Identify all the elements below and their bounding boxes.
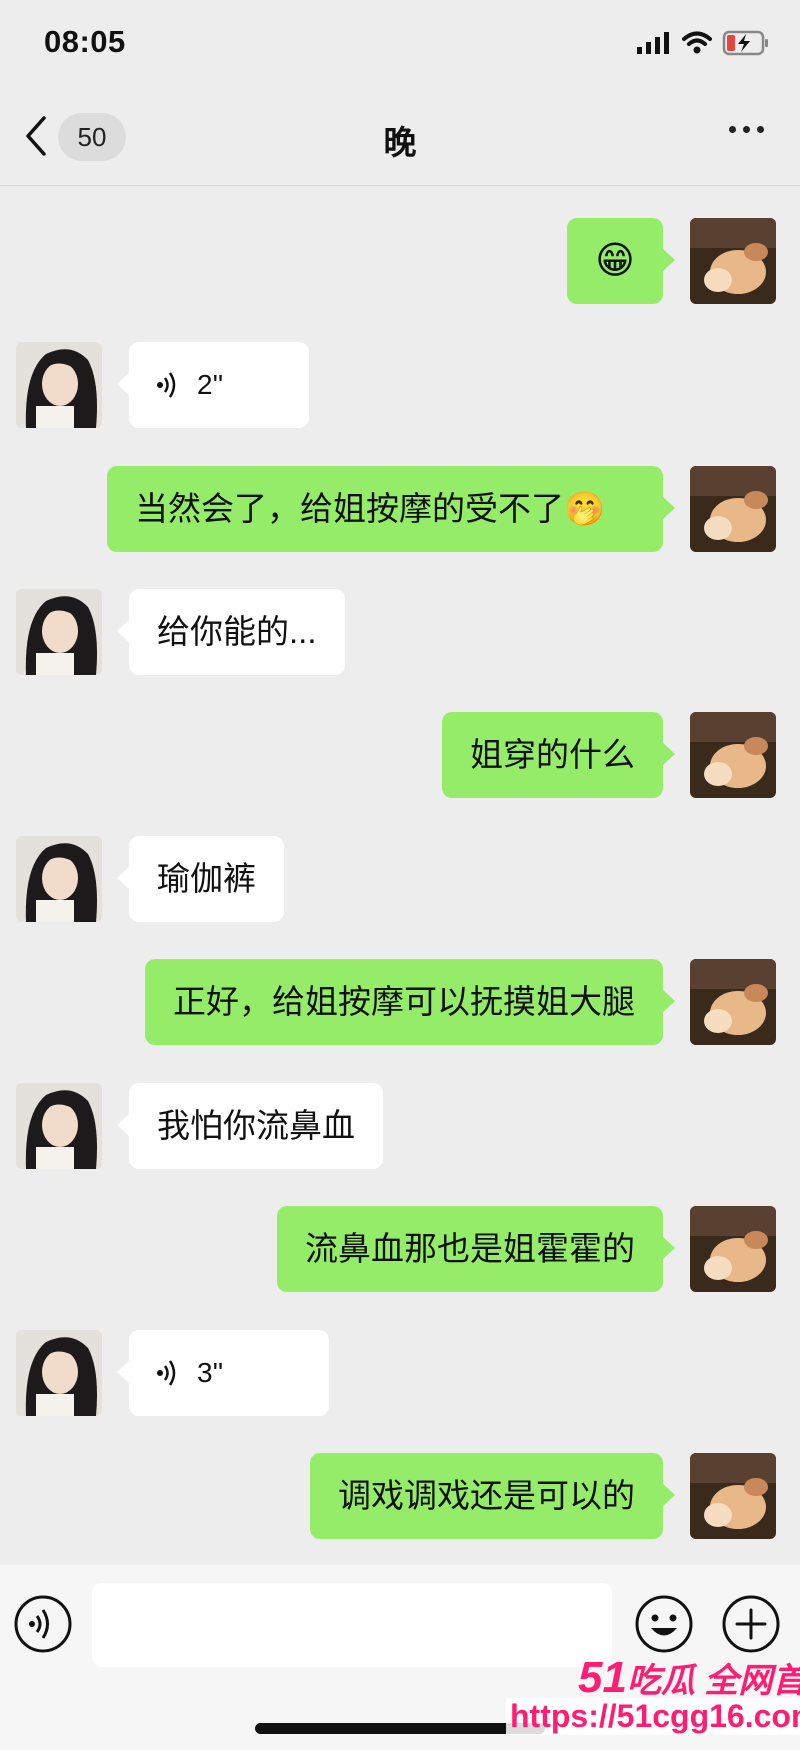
signal-icon	[637, 32, 669, 54]
wifi-icon	[682, 31, 712, 54]
message-text: 正好，给姐按摩可以抚摸姐大腿	[173, 983, 635, 1020]
my-avatar[interactable]	[690, 1206, 776, 1292]
voice-duration: 2''	[197, 369, 224, 400]
message-bubble[interactable]: 调戏调戏还是可以的	[310, 1453, 675, 1539]
contact-avatar[interactable]	[16, 342, 102, 428]
message-incoming: 2''	[0, 342, 800, 432]
voice-wave-icon	[157, 1360, 176, 1386]
contact-avatar[interactable]	[16, 836, 102, 922]
message-text: 调戏调戏还是可以的	[338, 1477, 635, 1514]
my-avatar[interactable]	[690, 466, 776, 552]
message-text: 当然会了，给姐按摩的受不了	[135, 490, 564, 527]
message-outgoing: 姐穿的什么	[0, 712, 800, 802]
message-incoming: 3''	[0, 1330, 800, 1420]
watermark-slogan: 吃瓜 全网首发	[626, 1662, 800, 1700]
more-options-icon[interactable]	[729, 126, 764, 133]
message-bubble[interactable]: 😁	[567, 218, 675, 304]
status-icons	[636, 30, 770, 56]
voice-input-icon[interactable]	[12, 1593, 74, 1655]
message-bubble[interactable]: 瑜伽裤	[117, 836, 284, 922]
emoji-picker-icon[interactable]	[633, 1593, 695, 1655]
emoji-grin-icon: 😁	[595, 240, 635, 282]
message-bubble[interactable]: 正好，给姐按摩可以抚摸姐大腿	[145, 959, 675, 1045]
message-text: 姐穿的什么	[470, 736, 635, 773]
status-time: 08:05	[44, 24, 126, 59]
message-text: 瑜伽裤	[157, 860, 256, 897]
contact-avatar[interactable]	[16, 589, 102, 675]
message-text: 流鼻血那也是姐霍霍的	[305, 1230, 635, 1267]
message-outgoing: 正好，给姐按摩可以抚摸姐大腿	[0, 959, 800, 1049]
message-bubble[interactable]: 流鼻血那也是姐霍霍的	[277, 1206, 675, 1292]
message-bubble[interactable]: 我怕你流鼻血	[117, 1083, 383, 1169]
message-outgoing: 😁	[0, 218, 800, 308]
watermark-number: 51	[578, 1653, 627, 1702]
message-text: 我怕你流鼻血	[157, 1107, 355, 1144]
voice-duration: 3''	[197, 1357, 224, 1388]
voice-message-bubble[interactable]: 3''	[117, 1330, 329, 1416]
message-bubble[interactable]: 姐穿的什么	[442, 712, 675, 798]
chat-title: 晚	[383, 124, 417, 161]
message-outgoing: 调戏调戏还是可以的	[0, 1453, 800, 1543]
message-bubble[interactable]: 当然会了，给姐按摩的受不了🤭	[107, 466, 675, 552]
contact-avatar[interactable]	[16, 1330, 102, 1416]
voice-message-bubble[interactable]: 2''	[117, 342, 309, 428]
chat-header: 50 晚	[0, 90, 800, 186]
contact-avatar[interactable]	[16, 1083, 102, 1169]
my-avatar[interactable]	[690, 959, 776, 1045]
battery-charging-icon	[722, 30, 768, 56]
message-text: 给你能的...	[157, 613, 317, 650]
my-avatar[interactable]	[690, 712, 776, 798]
watermark-brand: 51吃瓜 全网首发	[578, 1653, 800, 1703]
message-incoming: 瑜伽裤	[0, 836, 800, 926]
my-avatar[interactable]	[690, 1453, 776, 1539]
message-bubble[interactable]: 给你能的...	[117, 589, 345, 675]
message-incoming: 我怕你流鼻血	[0, 1083, 800, 1173]
voice-wave-icon	[157, 372, 176, 398]
message-outgoing: 当然会了，给姐按摩的受不了🤭	[0, 466, 800, 556]
home-indicator	[255, 1723, 545, 1734]
emoji-giggle-icon: 🤭	[564, 490, 606, 527]
my-avatar[interactable]	[690, 218, 776, 304]
message-incoming: 给你能的...	[0, 589, 800, 679]
status-bar: 08:05	[0, 0, 800, 90]
add-attachment-icon[interactable]	[720, 1593, 782, 1655]
message-outgoing: 流鼻血那也是姐霍霍的	[0, 1206, 800, 1296]
watermark-url: https://51cgg16.com	[506, 1698, 800, 1735]
message-input[interactable]	[92, 1583, 612, 1667]
